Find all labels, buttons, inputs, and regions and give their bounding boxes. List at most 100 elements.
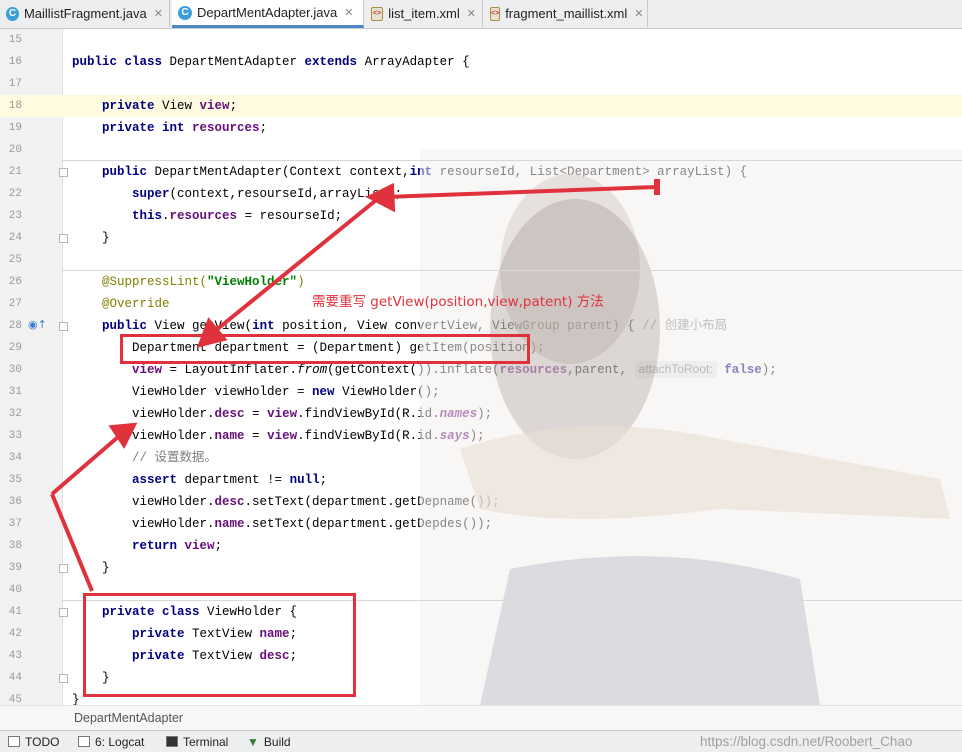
fold-marker-icon[interactable]: [59, 564, 68, 573]
code-text[interactable]: ViewHolder viewHolder = new ViewHolder()…: [72, 381, 440, 403]
line-number[interactable]: 30: [0, 359, 22, 381]
code-line[interactable]: 39 }: [0, 557, 962, 579]
line-number[interactable]: 25: [0, 249, 22, 271]
code-text[interactable]: public class DepartMentAdapter extends A…: [72, 51, 470, 73]
code-text[interactable]: }: [72, 227, 110, 249]
code-line[interactable]: 15: [0, 29, 962, 51]
editor-tab-bar: C MaillistFragment.java ✕ C DepartMentAd…: [0, 0, 962, 29]
close-icon[interactable]: ✕: [154, 7, 163, 20]
code-text[interactable]: }: [72, 557, 110, 579]
code-text[interactable]: public DepartMentAdapter(Context context…: [72, 161, 747, 183]
line-number[interactable]: 17: [0, 73, 22, 95]
line-number[interactable]: 15: [0, 29, 22, 51]
line-number[interactable]: 28: [0, 315, 22, 337]
logcat-tool-button[interactable]: 6: Logcat: [78, 731, 144, 752]
breadcrumb[interactable]: DepartMentAdapter: [0, 705, 962, 730]
line-number[interactable]: 19: [0, 117, 22, 139]
code-text[interactable]: private View view;: [72, 95, 237, 117]
code-text[interactable]: viewHolder.name = view.findViewById(R.id…: [72, 425, 485, 447]
code-text[interactable]: return view;: [72, 535, 222, 557]
logcat-label: 6: Logcat: [95, 734, 145, 749]
build-tool-button[interactable]: ▼ Build: [247, 731, 291, 752]
xml-file-icon: <>: [371, 6, 384, 21]
code-text[interactable]: viewHolder.desc = view.findViewById(R.id…: [72, 403, 492, 425]
line-number[interactable]: 23: [0, 205, 22, 227]
line-number[interactable]: 31: [0, 381, 22, 403]
tab-departmentadapter[interactable]: C DepartMentAdapter.java ✕: [172, 0, 364, 28]
line-number[interactable]: 18: [0, 95, 22, 117]
code-line[interactable]: 33 viewHolder.name = view.findViewById(R…: [0, 425, 962, 447]
code-text[interactable]: super(context,resourseId,arrayList);: [72, 183, 402, 205]
tab-label: list_item.xml: [388, 6, 460, 21]
code-line[interactable]: 22 super(context,resourseId,arrayList);: [0, 183, 962, 205]
code-text[interactable]: }: [72, 689, 80, 705]
tab-maillist-fragment[interactable]: C MaillistFragment.java ✕: [0, 0, 170, 27]
code-line[interactable]: 23 this.resources = resourseId;: [0, 205, 962, 227]
fold-marker-icon[interactable]: [59, 234, 68, 243]
line-number[interactable]: 34: [0, 447, 22, 469]
line-number[interactable]: 29: [0, 337, 22, 359]
code-line[interactable]: 32 viewHolder.desc = view.findViewById(R…: [0, 403, 962, 425]
code-line[interactable]: 20: [0, 139, 962, 161]
line-number[interactable]: 21: [0, 161, 22, 183]
line-number[interactable]: 22: [0, 183, 22, 205]
close-icon[interactable]: ✕: [467, 7, 476, 20]
fold-marker-icon[interactable]: [59, 322, 68, 331]
code-text[interactable]: assert department != null;: [72, 469, 327, 491]
fold-marker-icon[interactable]: [59, 608, 68, 617]
line-number[interactable]: 43: [0, 645, 22, 667]
line-number[interactable]: 16: [0, 51, 22, 73]
code-line[interactable]: 16 public class DepartMentAdapter extends…: [0, 51, 962, 73]
line-number[interactable]: 42: [0, 623, 22, 645]
line-number[interactable]: 32: [0, 403, 22, 425]
line-number[interactable]: 33: [0, 425, 22, 447]
line-number[interactable]: 41: [0, 601, 22, 623]
todo-tool-button[interactable]: TODO: [8, 731, 59, 752]
code-text[interactable]: viewHolder.name.setText(department.getDe…: [72, 513, 492, 535]
terminal-tool-button[interactable]: Terminal: [166, 731, 228, 752]
tab-label: DepartMentAdapter.java: [197, 5, 338, 20]
build-icon: ▼: [247, 734, 259, 749]
code-text[interactable]: @Override: [72, 293, 170, 315]
breadcrumb-class[interactable]: DepartMentAdapter: [74, 711, 183, 725]
terminal-icon: [166, 736, 178, 747]
fold-marker-icon[interactable]: [59, 168, 68, 177]
code-line[interactable]: 18 private View view;: [0, 95, 962, 117]
code-line[interactable]: 34 // 设置数据。: [0, 447, 962, 469]
line-number[interactable]: 27: [0, 293, 22, 315]
line-number[interactable]: 24: [0, 227, 22, 249]
line-number[interactable]: 40: [0, 579, 22, 601]
code-line[interactable]: 37 viewHolder.name.setText(department.ge…: [0, 513, 962, 535]
line-number[interactable]: 45: [0, 689, 22, 705]
code-line[interactable]: 24 }: [0, 227, 962, 249]
code-line[interactable]: 25: [0, 249, 962, 271]
code-text[interactable]: @SuppressLint("ViewHolder"): [72, 271, 305, 293]
close-icon[interactable]: ✕: [634, 7, 643, 20]
line-number[interactable]: 37: [0, 513, 22, 535]
code-line[interactable]: 31 ViewHolder viewHolder = new ViewHolde…: [0, 381, 962, 403]
code-text[interactable]: // 设置数据。: [72, 447, 217, 469]
line-number[interactable]: 35: [0, 469, 22, 491]
code-line[interactable]: 35 assert department != null;: [0, 469, 962, 491]
tab-fragment-maillist-xml[interactable]: <> fragment_maillist.xml ✕: [484, 0, 648, 27]
tab-list-item-xml[interactable]: <> list_item.xml ✕: [365, 0, 483, 27]
code-line[interactable]: 38 return view;: [0, 535, 962, 557]
line-number[interactable]: 36: [0, 491, 22, 513]
code-text[interactable]: private int resources;: [72, 117, 267, 139]
code-line[interactable]: 21 public DepartMentAdapter(Context cont…: [0, 161, 962, 183]
override-method-icon[interactable]: ◉↑: [28, 318, 47, 331]
line-number[interactable]: 26: [0, 271, 22, 293]
close-icon[interactable]: ✕: [344, 6, 353, 19]
code-text[interactable]: this.resources = resourseId;: [72, 205, 342, 227]
code-text[interactable]: viewHolder.desc.setText(department.getDe…: [72, 491, 500, 513]
code-line[interactable]: 36 viewHolder.desc.setText(department.ge…: [0, 491, 962, 513]
line-number[interactable]: 44: [0, 667, 22, 689]
code-line[interactable]: 17: [0, 73, 962, 95]
fold-marker-icon[interactable]: [59, 674, 68, 683]
code-editor[interactable]: 15 16 public class DepartMentAdapter exten…: [0, 29, 962, 705]
highlight-box-viewholder: [83, 593, 356, 697]
line-number[interactable]: 38: [0, 535, 22, 557]
line-number[interactable]: 20: [0, 139, 22, 161]
code-line[interactable]: 19 private int resources;: [0, 117, 962, 139]
line-number[interactable]: 39: [0, 557, 22, 579]
